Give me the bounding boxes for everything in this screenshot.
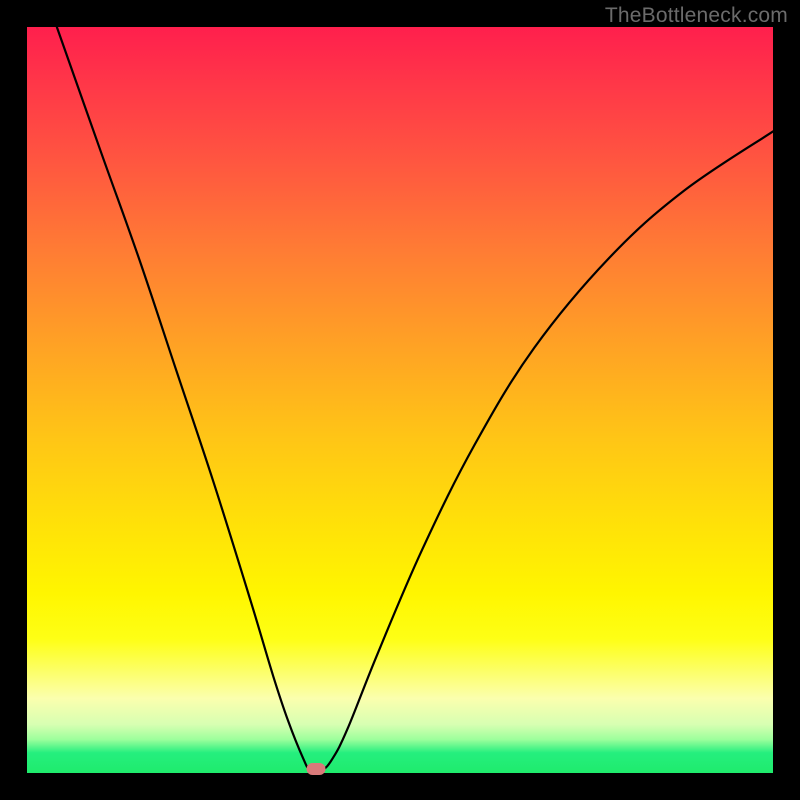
optimum-marker	[307, 763, 326, 775]
chart-frame: TheBottleneck.com	[0, 0, 800, 800]
plot-area	[27, 27, 773, 773]
bottleneck-curve	[27, 27, 773, 773]
watermark-text: TheBottleneck.com	[605, 4, 788, 28]
